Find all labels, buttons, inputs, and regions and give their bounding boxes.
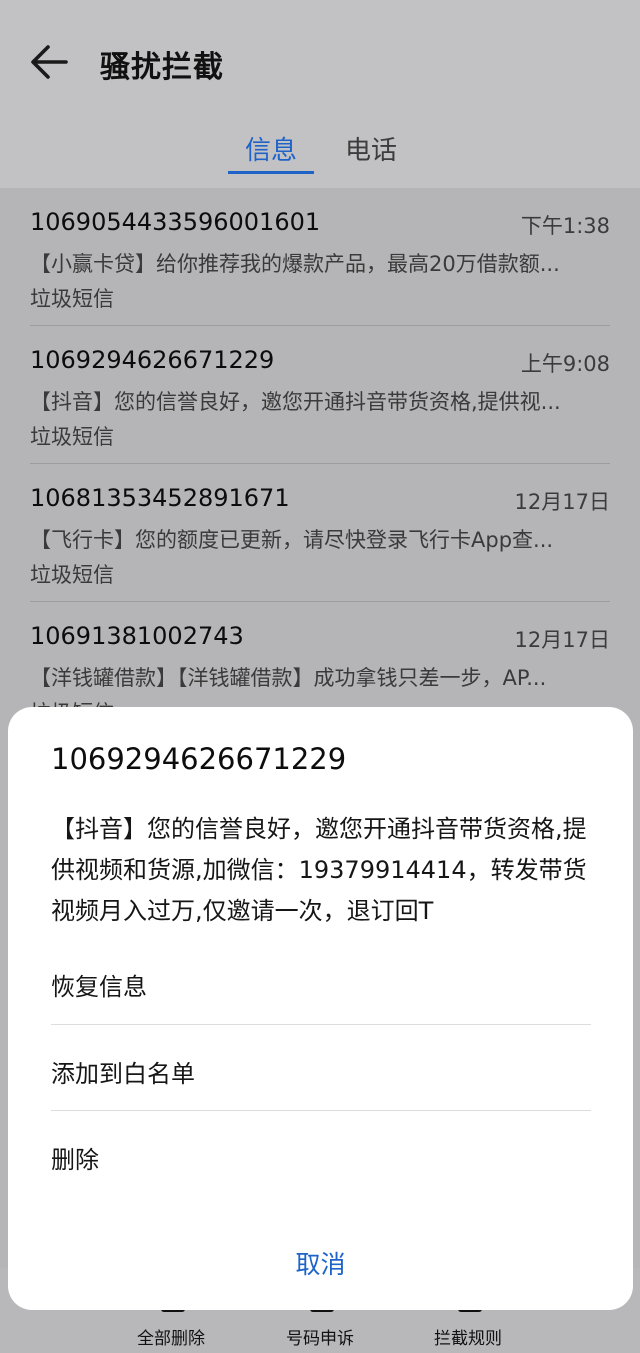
message-preview: 【小赢卡贷】给你推荐我的爆款产品，最高20万借款额...: [30, 252, 560, 276]
message-preview: 【飞行卡】您的额度已更新，请尽快登录飞行卡App查...: [30, 528, 554, 552]
spam-tag: 垃圾短信: [30, 287, 114, 311]
message-time: 下午1:38: [520, 214, 610, 238]
appeal-label: 号码申诉: [286, 1329, 354, 1349]
message-action-sheet: 1069294626671229 【抖音】您的信誉良好，邀您开通抖音带货资格,提…: [8, 707, 633, 1310]
tab-indicator: [228, 171, 314, 174]
list-item[interactable]: 1069294626671229 上午9:08 【抖音】您的信誉良好，邀您开通抖…: [0, 326, 640, 464]
sheet-sender-number: 1069294626671229: [51, 742, 347, 776]
message-time: 12月17日: [514, 628, 610, 652]
list-item[interactable]: 1069054433596001601 下午1:38 【小赢卡贷】给你推荐我的爆…: [0, 188, 640, 326]
sheet-message-body: 【抖音】您的信誉良好，邀您开通抖音带货资格,提供视频和货源,加微信：193799…: [51, 815, 587, 925]
message-time: 12月17日: [514, 490, 610, 514]
restore-message-button[interactable]: 恢复信息: [51, 967, 591, 1002]
rules-label: 拦截规则: [434, 1329, 502, 1349]
list-item[interactable]: 10681353452891671 12月17日 【飞行卡】您的额度已更新，请尽…: [0, 464, 640, 602]
delete-button[interactable]: 删除: [51, 1140, 591, 1175]
message-preview: 【抖音】您的信誉良好，邀您开通抖音带货资格,提供视...: [30, 390, 561, 414]
back-button[interactable]: [26, 40, 72, 84]
sender-number: 1069054433596001601: [30, 208, 321, 236]
sender-number: 10681353452891671: [30, 484, 290, 512]
page-title: 骚扰拦截: [100, 50, 224, 85]
divider: [51, 1024, 591, 1025]
cancel-button[interactable]: 取消: [8, 1245, 633, 1281]
tab-messages[interactable]: 信息: [245, 130, 297, 167]
spam-tag: 垃圾短信: [30, 425, 114, 449]
back-arrow-icon: [31, 45, 68, 79]
spam-tag: 垃圾短信: [30, 563, 114, 587]
sender-number: 10691381002743: [30, 622, 244, 650]
sender-number: 1069294626671229: [30, 346, 275, 374]
tab-calls[interactable]: 电话: [345, 130, 397, 167]
app-header: 骚扰拦截 信息 电话: [0, 0, 640, 188]
message-time: 上午9:08: [520, 352, 610, 376]
delete-all-label: 全部删除: [137, 1329, 205, 1349]
message-preview: 【洋钱罐借款】【洋钱罐借款】成功拿钱只差一步，AP...: [30, 666, 547, 690]
divider: [51, 1110, 591, 1111]
add-to-whitelist-button[interactable]: 添加到白名单: [51, 1054, 591, 1089]
